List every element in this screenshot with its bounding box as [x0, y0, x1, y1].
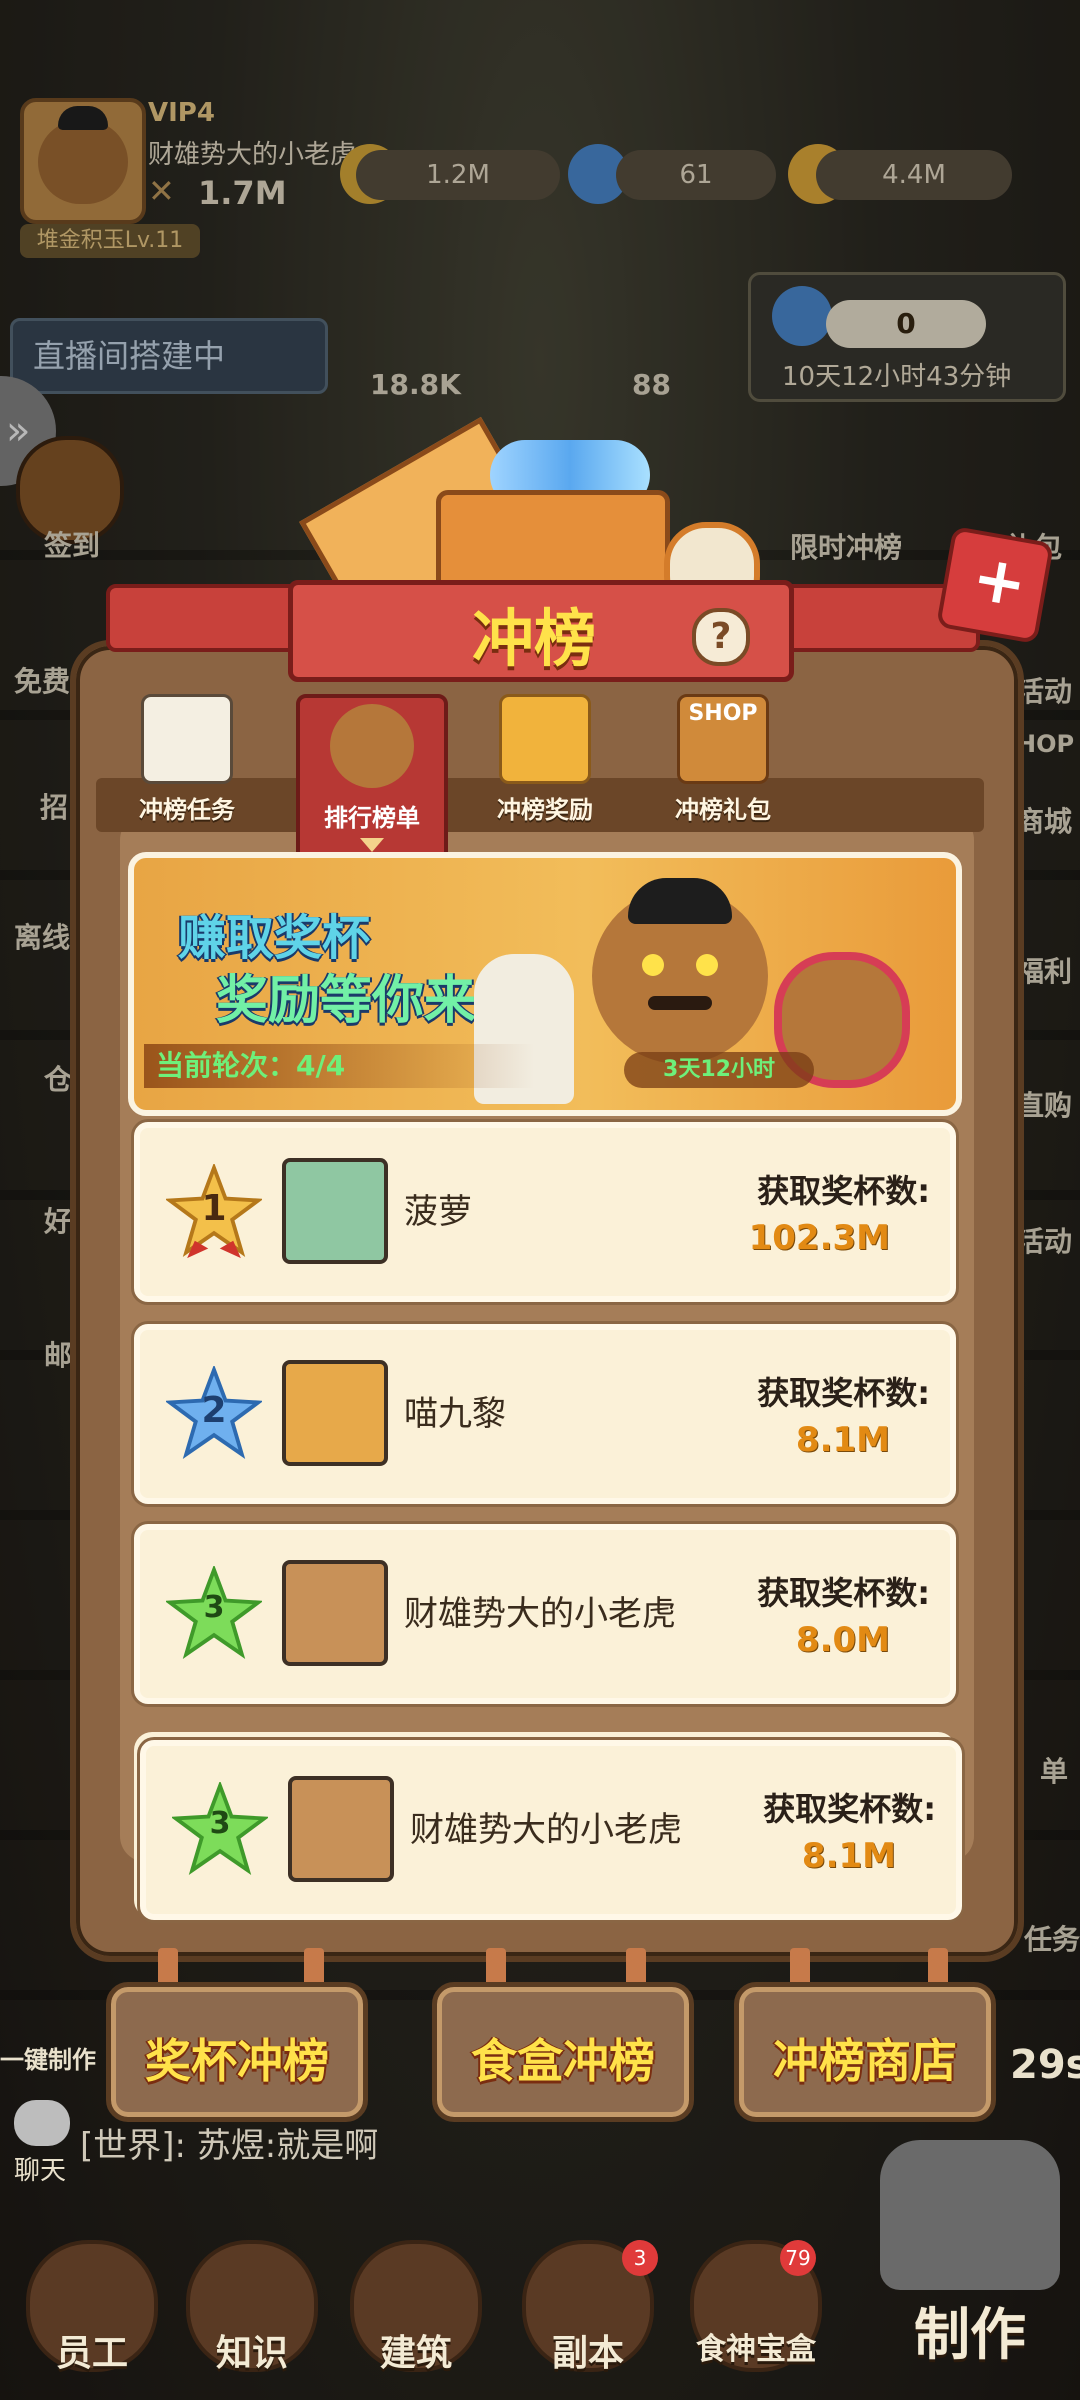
active-tab-arrow-icon	[360, 838, 384, 852]
trophy-label: 获取奖杯数:	[757, 1374, 930, 1412]
modal-title: 冲榜	[471, 602, 596, 675]
player-name: 财雄势大的小老虎	[410, 1810, 682, 1850]
nav-label: 员工	[55, 2333, 128, 2374]
bear-character	[592, 878, 768, 1064]
help-icon[interactable]: ?	[692, 608, 750, 666]
bear-eye	[696, 954, 718, 976]
reward-icon	[499, 694, 591, 784]
rank-row[interactable]: 1 菠萝 获取奖杯数: 102.3M	[134, 1122, 956, 1302]
nav-treasure-box[interactable]: 食神宝盒 79	[686, 2240, 826, 2390]
rank-number: 1	[201, 1188, 227, 1229]
trophy-count: 102.3M	[748, 1218, 890, 1258]
rank-number: 3	[203, 1590, 225, 1625]
nav-label: 建筑	[379, 2333, 452, 2374]
nav-label: 食神宝盒	[696, 2332, 816, 2367]
rank-star-icon: 3	[164, 1564, 264, 1662]
bear-eye	[642, 954, 664, 976]
bear-hat	[628, 878, 732, 924]
nav-staff[interactable]: 员工	[22, 2240, 162, 2390]
trophy-label: 获取奖杯数:	[757, 1574, 930, 1612]
button-label: 食盒冲榜	[471, 2034, 655, 2088]
rank-shop-button[interactable]: 冲榜商店	[734, 1982, 996, 2122]
trophy-count: 8.1M	[795, 1420, 890, 1460]
button-label: 冲榜商店	[773, 2034, 957, 2088]
bear-avatar	[288, 1776, 394, 1882]
make-button[interactable]: 制作	[870, 2140, 1080, 2390]
tab-rank-tasks[interactable]: 冲榜任务	[112, 694, 262, 825]
dragon-avatar	[282, 1158, 388, 1264]
notification-badge: 3	[622, 2240, 658, 2276]
bear-avatar	[282, 1560, 388, 1666]
event-banner: 赚取奖杯 奖励等你来领 当前轮次：4/4 3天12小时	[128, 852, 962, 1116]
rank-number: 3	[209, 1806, 231, 1841]
player-name: 喵九黎	[404, 1394, 506, 1434]
nav-knowledge[interactable]: 知识	[182, 2240, 322, 2390]
bear-icon	[330, 704, 414, 788]
trophy-rank-button[interactable]: 奖杯冲榜	[106, 1982, 368, 2122]
tab-label: 冲榜任务	[139, 796, 235, 824]
my-rank-row[interactable]: 3 财雄势大的小老虎 获取奖杯数: 8.1M	[140, 1740, 962, 1920]
rank-row[interactable]: 2 喵九黎 获取奖杯数: 8.1M	[134, 1324, 956, 1504]
current-round: 当前轮次：4/4	[144, 1044, 534, 1088]
rank-star-icon: 1	[164, 1162, 264, 1260]
chat-label[interactable]: 聊天	[14, 2150, 66, 2187]
nav-building[interactable]: 建筑	[346, 2240, 486, 2390]
trophy-label: 获取奖杯数:	[763, 1790, 936, 1828]
task-icon	[141, 694, 233, 784]
shop-sign: SHOP	[688, 701, 758, 726]
tab-leaderboard[interactable]: 排行榜单	[296, 694, 448, 870]
player-name: 菠萝	[404, 1192, 472, 1232]
tab-label: 冲榜礼包	[675, 796, 771, 824]
rank-star-icon: 3	[170, 1780, 270, 1878]
rank-row[interactable]: 3 财雄势大的小老虎 获取奖杯数: 8.0M	[134, 1524, 956, 1704]
cooking-pot-icon	[880, 2140, 1060, 2290]
trophy-label: 获取奖杯数:	[757, 1172, 930, 1210]
trophy-count: 8.1M	[801, 1836, 896, 1876]
nav-label: 副本	[551, 2333, 624, 2374]
witch-avatar	[282, 1360, 388, 1466]
trophy-count: 8.0M	[795, 1620, 890, 1660]
bear-mustache	[648, 996, 712, 1010]
chat-message[interactable]: [世界]: 苏煜:就是啊	[80, 2118, 378, 2167]
player-name: 财雄势大的小老虎	[404, 1594, 676, 1634]
tab-rank-rewards[interactable]: 冲榜奖励	[470, 694, 620, 825]
make-label: 制作	[914, 2303, 1026, 2368]
tab-label: 排行榜单	[324, 804, 420, 832]
nav-label: 知识	[215, 2333, 288, 2374]
tab-rank-gifts[interactable]: SHOP 冲榜礼包	[648, 694, 798, 825]
close-button[interactable]: +	[935, 525, 1055, 645]
button-label: 奖杯冲榜	[145, 2034, 329, 2088]
nav-dungeon[interactable]: 副本 3	[518, 2240, 658, 2390]
rank-star-icon: 2	[164, 1364, 264, 1462]
one-key-make[interactable]: 一键制作	[0, 2040, 96, 2075]
close-icon: +	[966, 540, 1033, 623]
rank-number: 2	[201, 1390, 227, 1431]
chat-icon[interactable]	[14, 2100, 70, 2146]
cooldown-timer: 29s	[1010, 2042, 1080, 2088]
notification-badge: 79	[780, 2240, 816, 2276]
event-timer: 3天12小时	[624, 1052, 814, 1088]
shop-icon: SHOP	[677, 694, 769, 784]
tab-label: 冲榜奖励	[497, 796, 593, 824]
lunchbox-rank-button[interactable]: 食盒冲榜	[432, 1982, 694, 2122]
